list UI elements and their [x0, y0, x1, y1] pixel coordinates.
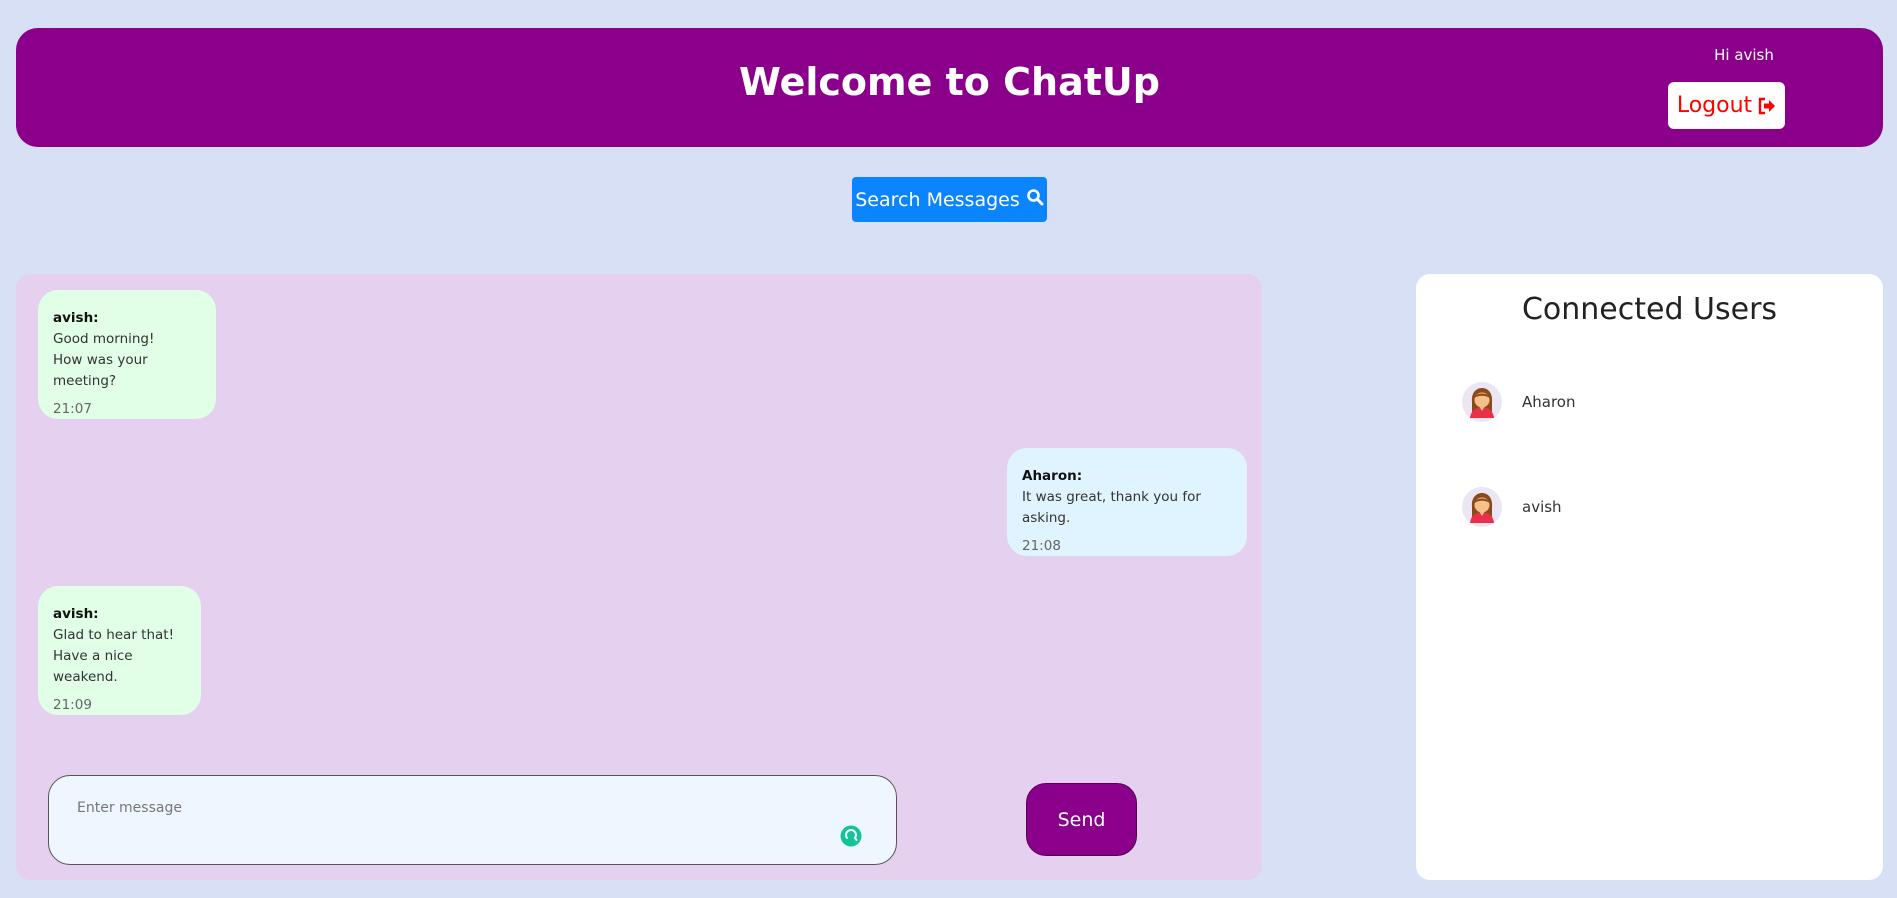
user-greeting: Hi avish: [1714, 46, 1774, 64]
logout-label: Logout: [1676, 93, 1753, 118]
logout-button[interactable]: Logout: [1668, 82, 1785, 129]
grammar-assistant-icon[interactable]: [840, 825, 862, 847]
message-text: How was your meeting?: [53, 352, 148, 389]
message-time: 21:09: [53, 697, 92, 713]
connected-users-panel: Connected Users Aharon avish: [1416, 274, 1883, 880]
user-name: avish: [1522, 498, 1562, 516]
message-bubble: avish: Glad to hear that! Have a nice we…: [38, 586, 201, 715]
user-list-item[interactable]: avish: [1462, 487, 1562, 527]
message-bubble: avish: Good morning! How was your meetin…: [38, 290, 216, 419]
app-header: Welcome to ChatUp Hi avish Logout: [16, 28, 1883, 147]
message-text: It was great, thank you for asking.: [1022, 489, 1201, 526]
message-input[interactable]: Enter message: [48, 775, 897, 865]
message-sender: Aharon:: [1022, 468, 1083, 484]
sign-out-icon: [1758, 97, 1776, 115]
message-time: 21:07: [53, 401, 92, 417]
search-messages-button[interactable]: Search Messages: [852, 177, 1047, 222]
user-name: Aharon: [1522, 393, 1576, 411]
woman-avatar-icon: [1462, 487, 1502, 527]
search-messages-label: Search Messages: [855, 188, 1020, 211]
message-sender: avish:: [53, 310, 99, 326]
chat-panel: avish: Good morning! How was your meetin…: [16, 274, 1262, 880]
connected-users-title: Connected Users: [1521, 292, 1778, 327]
message-text: Glad to hear that!: [53, 627, 174, 643]
message-input-placeholder: Enter message: [77, 800, 182, 816]
search-icon: [1026, 188, 1044, 211]
message-time: 21:08: [1022, 538, 1061, 554]
woman-avatar-icon: [1462, 382, 1502, 422]
message-bubble: Aharon: It was great, thank you for aski…: [1007, 448, 1247, 556]
message-sender: avish:: [53, 606, 99, 622]
message-text: Good morning!: [53, 331, 155, 347]
page-title: Welcome to ChatUp: [739, 60, 1160, 104]
send-button[interactable]: Send: [1026, 783, 1137, 856]
message-text: Have a nice weakend.: [53, 648, 133, 685]
user-list-item[interactable]: Aharon: [1462, 382, 1575, 422]
